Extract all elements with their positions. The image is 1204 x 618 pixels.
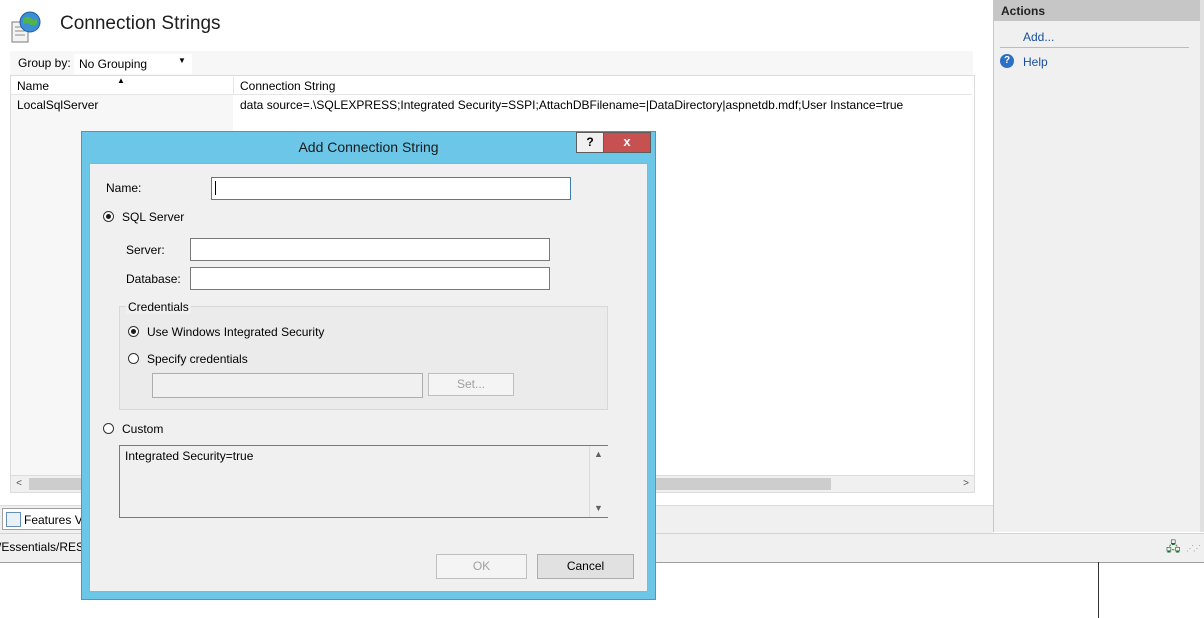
group-by-value: No Grouping: [79, 57, 148, 71]
custom-radio[interactable]: [103, 423, 114, 434]
column-header-connection-string[interactable]: Connection String: [234, 77, 972, 95]
custom-vertical-scrollbar[interactable]: ▲ ▼: [589, 446, 608, 517]
specify-credentials-radio[interactable]: [128, 353, 139, 364]
specify-credentials-label[interactable]: Specify credentials: [147, 352, 248, 366]
column-header-connection-string-label: Connection String: [240, 79, 336, 93]
name-input[interactable]: [211, 177, 571, 200]
add-action-link[interactable]: Add...: [1023, 30, 1054, 44]
features-view-icon: [6, 512, 21, 527]
status-path: /Essentials/RES: [0, 540, 85, 554]
cancel-button[interactable]: Cancel: [537, 554, 634, 579]
sql-server-radio[interactable]: [103, 211, 114, 222]
dialog-title: Add Connection String: [298, 139, 439, 155]
scroll-up-icon[interactable]: ▲: [590, 446, 607, 463]
server-label: Server:: [126, 243, 165, 257]
windows-security-radio[interactable]: [128, 326, 139, 337]
custom-connection-text: Integrated Security=true: [125, 449, 254, 463]
name-label: Name:: [106, 181, 142, 195]
row-name-cell[interactable]: LocalSqlServer: [17, 98, 98, 112]
sort-ascending-icon: ▲: [117, 76, 125, 85]
text-caret: [215, 181, 216, 195]
help-icon[interactable]: ?: [1000, 54, 1014, 68]
dialog-help-button[interactable]: ?: [576, 132, 604, 153]
page-title: Connection Strings: [60, 13, 221, 34]
dialog-close-button[interactable]: x: [604, 132, 651, 153]
scroll-left-icon[interactable]: <: [11, 476, 27, 492]
connection-strings-icon: [10, 10, 44, 44]
ok-button: OK: [436, 554, 527, 579]
features-view-tab[interactable]: Features Vi: [2, 508, 88, 530]
group-by-label: Group by:: [18, 56, 71, 70]
scroll-down-icon[interactable]: ▼: [590, 500, 607, 517]
database-input[interactable]: [190, 267, 550, 290]
row-connection-string-cell[interactable]: data source=.\SQLEXPRESS;Integrated Secu…: [240, 98, 903, 112]
resize-grip-icon[interactable]: ⋰⋰: [1186, 544, 1201, 553]
set-credentials-button: Set...: [428, 373, 514, 396]
features-view-label: Features Vi: [24, 513, 86, 527]
dropdown-arrow-icon[interactable]: ▼: [178, 56, 186, 65]
help-action-link[interactable]: Help: [1023, 55, 1048, 69]
windows-security-label[interactable]: Use Windows Integrated Security: [147, 325, 324, 339]
column-header-name-label: Name: [17, 79, 50, 93]
actions-scrollbar[interactable]: [1200, 0, 1204, 532]
credentials-title: Credentials: [126, 300, 191, 314]
sql-server-label[interactable]: SQL Server: [122, 210, 184, 224]
actions-separator: [1000, 47, 1189, 48]
network-status-icon: 🖧: [1166, 539, 1181, 554]
actions-title: Actions: [1001, 4, 1046, 18]
actions-pane: [993, 0, 1203, 532]
server-input[interactable]: [190, 238, 550, 261]
database-label: Database:: [126, 272, 181, 286]
scroll-right-icon[interactable]: >: [958, 476, 974, 492]
custom-label[interactable]: Custom: [122, 422, 163, 436]
credentials-field: [152, 373, 423, 398]
window-divider-line: [1098, 562, 1099, 618]
